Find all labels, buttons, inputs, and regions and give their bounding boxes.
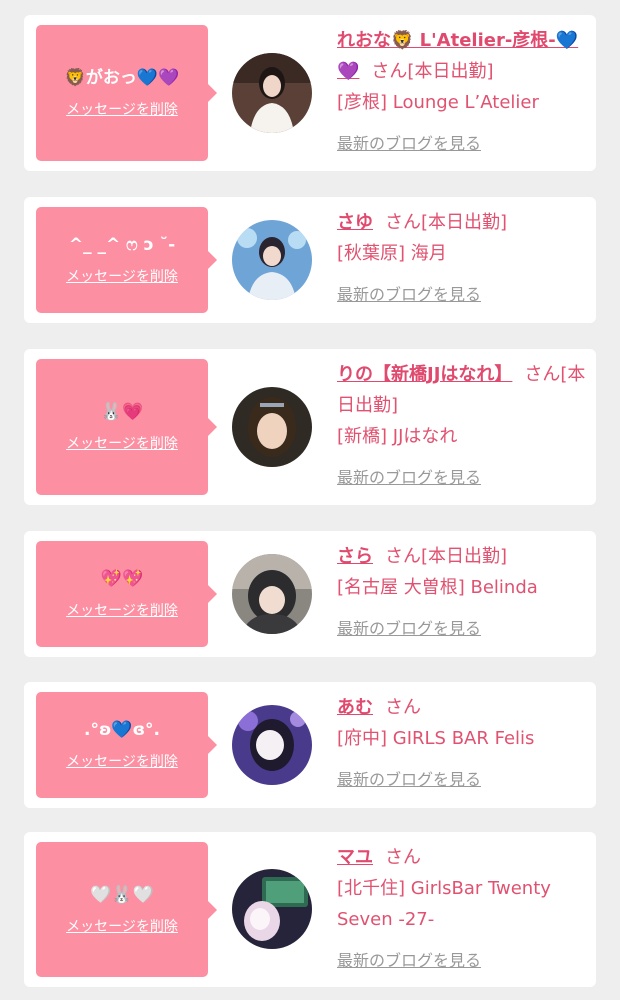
- honorific: さん: [371, 61, 408, 82]
- message-card: 🐰💗 メッセージを削除 りの【新橋JJはなれ】 さん[本日出勤] [新橋] JJは…: [24, 349, 596, 505]
- message-list: 🦁がおっ💙💜 メッセージを削除 れおな🦁 L'Atelier-彦根-💙💜 さん[本…: [0, 0, 620, 1000]
- message-text: ^_ _^ ෆ ɔ ˘-: [68, 235, 176, 255]
- woman-photo-avatar-icon: [232, 705, 312, 785]
- cast-name-link[interactable]: マユ: [337, 847, 373, 868]
- honorific: さん: [385, 212, 421, 233]
- attendance-status: [本日出勤]: [407, 61, 494, 82]
- message-bubble: ^_ _^ ෆ ɔ ˘- メッセージを削除: [36, 207, 217, 313]
- message-card: ^_ _^ ෆ ɔ ˘- メッセージを削除 さゆ さん[本日出勤] [秋葉原] 海…: [24, 197, 596, 323]
- shop-name: [彦根] Lounge L’Atelier: [337, 92, 539, 113]
- profile-info: マユ さん [北千住] GirlsBar Twenty Seven -27- 最新…: [337, 842, 586, 976]
- attendance-status: [本日出勤]: [421, 546, 508, 567]
- latest-blog-link[interactable]: 最新のブログを見る: [337, 764, 586, 795]
- shop-name: [新橋] JJはなれ: [337, 426, 458, 447]
- latest-blog-link[interactable]: 最新のブログを見る: [337, 462, 586, 493]
- avatar[interactable]: [232, 53, 312, 133]
- shop-name: [秋葉原] 海月: [337, 243, 447, 264]
- honorific: さん: [524, 364, 561, 385]
- delete-message-link[interactable]: メッセージを削除: [66, 751, 178, 771]
- avatar[interactable]: [232, 869, 312, 949]
- avatar[interactable]: [232, 387, 312, 467]
- woman-photo-avatar-icon: [232, 387, 312, 467]
- message-card: 🤍🐰🤍 メッセージを削除 マユ さん [北千住] GirlsBar Twenty …: [24, 832, 596, 987]
- latest-blog-link[interactable]: 最新のブログを見る: [337, 945, 586, 976]
- shop-name: [北千住] GirlsBar Twenty Seven -27-: [337, 878, 551, 930]
- message-bubble: 🤍🐰🤍 メッセージを削除: [36, 842, 217, 977]
- message-card: .°ʚ💙ɞ°. メッセージを削除 あむ さん [府中] GIRLS BAR Fel…: [24, 682, 596, 808]
- message-text: 🤍🐰🤍: [90, 884, 154, 905]
- delete-message-link[interactable]: メッセージを削除: [66, 99, 178, 119]
- message-text: 🐰💗: [100, 402, 144, 422]
- latest-blog-link[interactable]: 最新のブログを見る: [337, 613, 586, 644]
- delete-message-link[interactable]: メッセージを削除: [66, 916, 178, 936]
- cast-name-link[interactable]: さら: [337, 546, 373, 567]
- woman-photo-avatar-icon: [232, 53, 312, 133]
- honorific: さん: [385, 697, 421, 718]
- woman-photo-avatar-icon: [232, 869, 312, 949]
- message-text: 🦁がおっ💙💜: [64, 68, 180, 88]
- message-bubble: 🐰💗 メッセージを削除: [36, 359, 217, 495]
- message-bubble: 💖💖 メッセージを削除: [36, 541, 217, 647]
- delete-message-link[interactable]: メッセージを削除: [66, 433, 178, 453]
- cast-name-link[interactable]: あむ: [337, 697, 373, 718]
- honorific: さん: [385, 546, 421, 567]
- delete-message-link[interactable]: メッセージを削除: [66, 600, 178, 620]
- profile-info: れおな🦁 L'Atelier-彦根-💙💜 さん[本日出勤] [彦根] Lounge…: [337, 25, 586, 159]
- message-bubble: .°ʚ💙ɞ°. メッセージを削除: [36, 692, 217, 798]
- avatar[interactable]: [232, 705, 312, 785]
- message-bubble: 🦁がおっ💙💜 メッセージを削除: [36, 25, 217, 161]
- message-card: 🦁がおっ💙💜 メッセージを削除 れおな🦁 L'Atelier-彦根-💙💜 さん[本…: [24, 15, 596, 171]
- woman-photo-avatar-icon: [232, 220, 312, 300]
- message-card: 💖💖 メッセージを削除 さら さん[本日出勤] [名古屋 大曽根] Belinda…: [24, 531, 596, 657]
- delete-message-link[interactable]: メッセージを削除: [66, 266, 178, 286]
- message-text: .°ʚ💙ɞ°.: [84, 720, 160, 740]
- latest-blog-link[interactable]: 最新のブログを見る: [337, 128, 586, 159]
- woman-photo-avatar-icon: [232, 554, 312, 634]
- attendance-status: [本日出勤]: [421, 212, 508, 233]
- cast-name-link[interactable]: さゆ: [337, 212, 373, 233]
- profile-info: さら さん[本日出勤] [名古屋 大曽根] Belinda 最新のブログを見る: [337, 541, 586, 644]
- cast-name-link[interactable]: りの【新橋JJはなれ】: [337, 364, 512, 385]
- latest-blog-link[interactable]: 最新のブログを見る: [337, 279, 586, 310]
- shop-name: [名古屋 大曽根] Belinda: [337, 577, 538, 598]
- shop-name: [府中] GIRLS BAR Felis: [337, 728, 535, 749]
- avatar[interactable]: [232, 220, 312, 300]
- profile-info: あむ さん [府中] GIRLS BAR Felis 最新のブログを見る: [337, 692, 586, 795]
- profile-info: りの【新橋JJはなれ】 さん[本日出勤] [新橋] JJはなれ 最新のブログを見る: [337, 359, 586, 493]
- message-text: 💖💖: [100, 569, 144, 589]
- avatar[interactable]: [232, 554, 312, 634]
- honorific: さん: [385, 847, 421, 868]
- profile-info: さゆ さん[本日出勤] [秋葉原] 海月 最新のブログを見る: [337, 207, 586, 310]
